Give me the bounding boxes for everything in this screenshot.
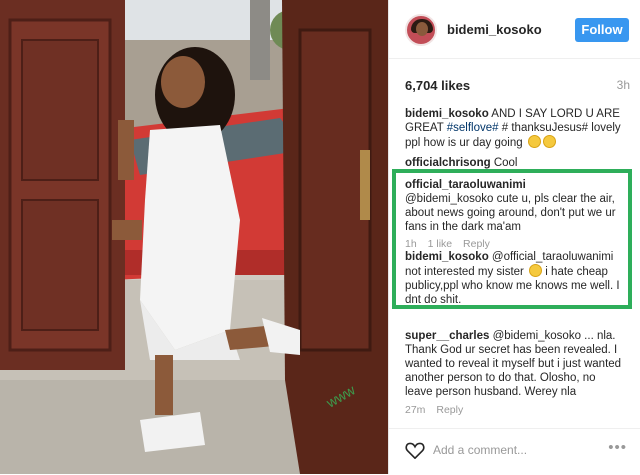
comment-item: officialchrisong Cool — [405, 157, 517, 169]
comment-age: 27m — [405, 404, 426, 416]
comment-username[interactable]: super__charles — [405, 330, 489, 342]
heart-icon[interactable] — [405, 441, 425, 459]
comment-item: super__charles @bidemi_kosoko ... nla. T… — [405, 329, 625, 417]
smile-emoji-icon — [527, 135, 541, 148]
post-caption: bidemi_kosoko AND I SAY LORD U ARE GREAT… — [405, 107, 629, 150]
post-photo: www — [0, 0, 388, 474]
caption-hashtag[interactable]: #selflove# — [447, 122, 499, 134]
follow-button[interactable]: Follow — [575, 18, 629, 42]
post-time: 3h — [616, 78, 630, 92]
caption-text-mid: # thanksuJesus# — [501, 122, 589, 134]
photo-illustration: www — [0, 0, 388, 474]
reply-link[interactable]: Reply — [436, 404, 463, 416]
comment-meta: 27m Reply — [405, 403, 625, 417]
caption-username[interactable]: bidemi_kosoko — [405, 108, 489, 120]
smile-emoji-icon — [542, 135, 556, 148]
comment-text: Cool — [493, 157, 518, 169]
comment-username[interactable]: officialchrisong — [405, 157, 491, 169]
highlight-box — [392, 169, 632, 309]
post-header: bidemi_kosoko Follow — [389, 0, 640, 59]
more-options-icon[interactable]: ••• — [608, 439, 627, 456]
likes-count[interactable]: 6,704 likes — [405, 78, 470, 93]
post-username[interactable]: bidemi_kosoko — [447, 22, 542, 37]
add-comment-bar: Add a comment... ••• — [389, 428, 640, 475]
add-comment-input[interactable]: Add a comment... — [433, 443, 527, 457]
avatar[interactable] — [405, 14, 437, 46]
